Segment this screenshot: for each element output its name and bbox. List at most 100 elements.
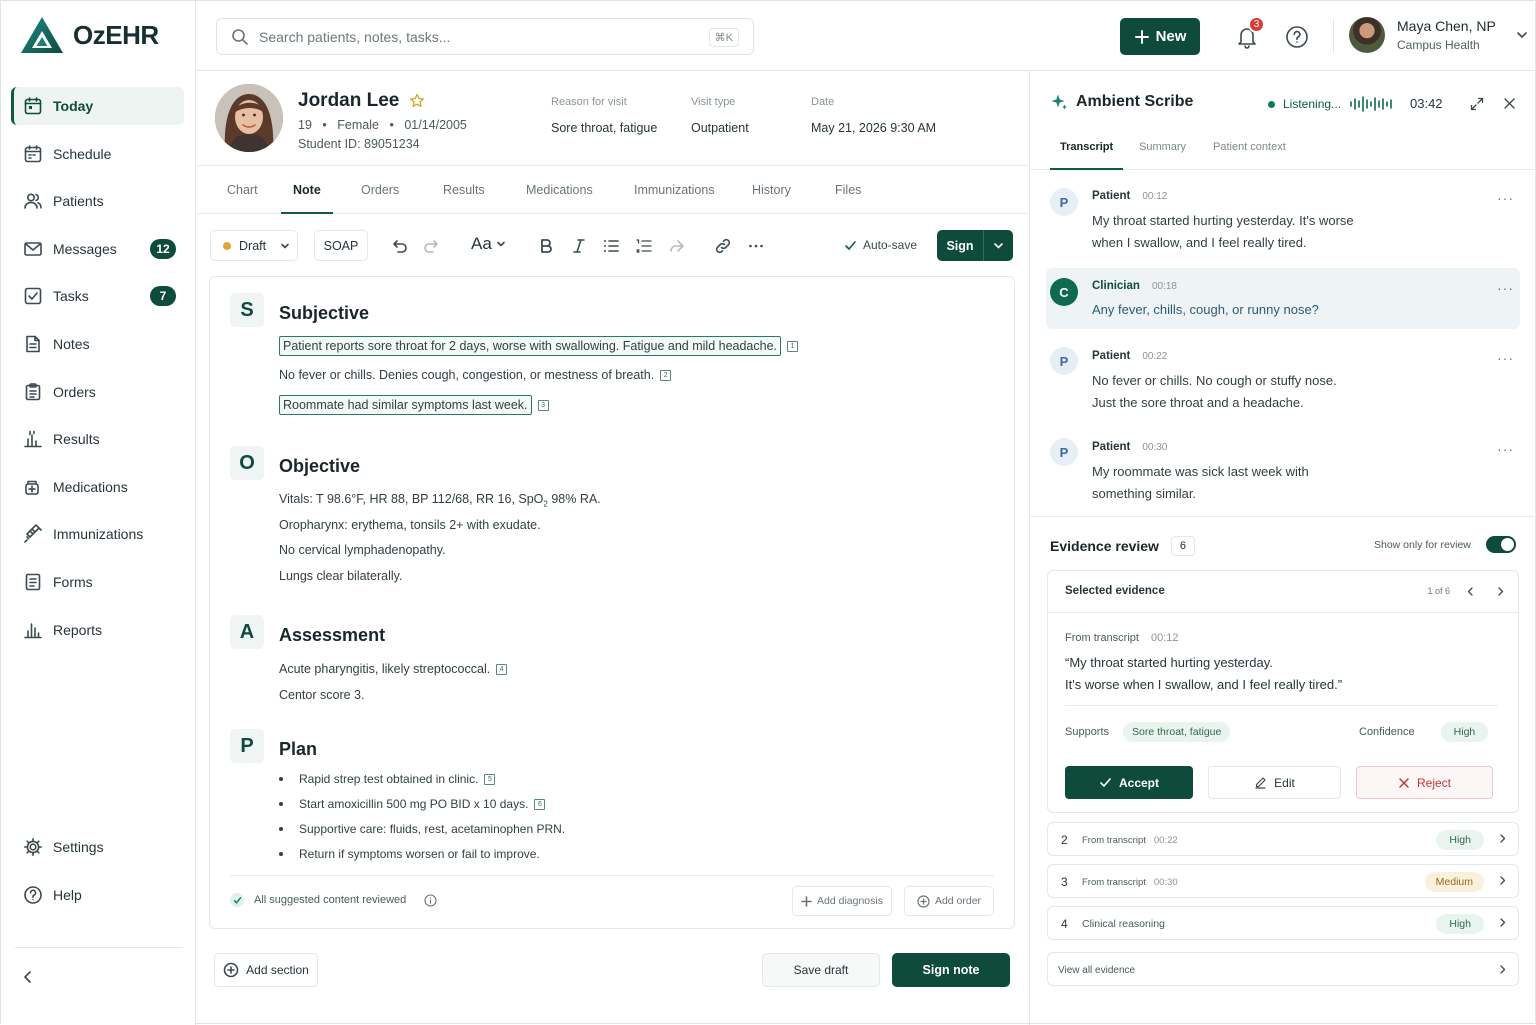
sidebar-collapse-button[interactable] <box>15 947 183 984</box>
citation-marker[interactable]: 5 <box>484 773 496 785</box>
transcript-message[interactable]: P Patient 00:22 No fever or chills. No co… <box>1046 336 1520 416</box>
plan-bullet[interactable]: Return if symptoms worsen or fail to imp… <box>279 847 540 861</box>
note-line[interactable]: Centor score 3. <box>279 688 364 702</box>
transcript-message[interactable]: P Patient 00:12 My throat started hurting… <box>1046 176 1520 256</box>
sidebar-item-patients[interactable]: Patients <box>11 182 184 220</box>
evidence-list-item[interactable]: 2 From transcript 00:22 High <box>1047 822 1519 856</box>
add-section-button[interactable]: Add section <box>214 953 318 987</box>
close-icon[interactable] <box>1503 97 1516 110</box>
more-options-icon[interactable]: ··· <box>1497 350 1514 366</box>
chevron-left-icon[interactable] <box>1465 586 1476 597</box>
sidebar-item-schedule[interactable]: Schedule <box>11 135 184 173</box>
new-button[interactable]: New <box>1120 18 1200 55</box>
sidebar-item-tasks[interactable]: Tasks 7 <box>11 277 184 315</box>
tab-summary[interactable]: Summary <box>1139 141 1186 170</box>
link-icon[interactable] <box>714 237 732 255</box>
note-line[interactable]: Oropharynx: erythema, tonsils 2+ with ex… <box>279 518 541 532</box>
plus-circle-icon <box>917 894 930 908</box>
reject-evidence-button[interactable]: Reject <box>1356 766 1493 799</box>
tab-history[interactable]: History <box>752 166 791 214</box>
help-button[interactable] <box>1285 25 1309 49</box>
plan-bullet[interactable]: Supportive care: fluids, rest, acetamino… <box>279 822 565 836</box>
template-selector[interactable]: SOAP <box>314 230 368 261</box>
sidebar-item-results[interactable]: Results <box>11 420 184 458</box>
citation-marker[interactable]: 1 <box>787 340 799 352</box>
plan-bullet[interactable]: Rapid strep test obtained in clinic. 5 <box>279 772 496 786</box>
chevron-down-icon[interactable] <box>993 240 1004 251</box>
expand-icon[interactable] <box>1470 97 1484 111</box>
sidebar-item-notes[interactable]: Notes <box>11 325 184 363</box>
transcript-message[interactable]: P Patient 00:30 My roommate was sick last… <box>1046 427 1520 507</box>
numbered-list-icon[interactable] <box>635 237 653 255</box>
save-draft-button[interactable]: Save draft <box>762 953 880 987</box>
review-filter-toggle[interactable] <box>1486 536 1516 553</box>
note-line[interactable]: No fever or chills. Denies cough, conges… <box>279 368 672 382</box>
tab-chart[interactable]: Chart <box>227 166 258 214</box>
transcript-message-selected[interactable]: C Clinician 00:18 Any fever, chills, coug… <box>1046 268 1520 329</box>
sidebar-item-help[interactable]: Help <box>11 876 184 914</box>
note-line[interactable]: No cervical lymphadenopathy. <box>279 543 446 557</box>
note-line-vitals[interactable]: Vitals: T 98.6°F, HR 88, BP 112/68, RR 1… <box>279 492 601 509</box>
plan-bullet[interactable]: Start amoxicillin 500 mg PO BID x 10 day… <box>279 797 546 811</box>
more-options-icon[interactable]: ··· <box>1497 280 1514 296</box>
citation-marker[interactable]: 4 <box>496 663 508 675</box>
undo-icon[interactable] <box>390 237 408 255</box>
chevron-right-icon[interactable] <box>1495 586 1506 597</box>
bullet-list-icon[interactable] <box>602 237 620 255</box>
note-line[interactable]: Lungs clear bilaterally. <box>279 569 402 583</box>
star-icon[interactable] <box>409 93 425 109</box>
tab-immunizations[interactable]: Immunizations <box>634 166 715 214</box>
add-diagnosis-button[interactable]: Add diagnosis <box>792 886 892 916</box>
tab-note[interactable]: Note <box>281 166 333 214</box>
evidence-list-item[interactable]: 3 From transcript 00:30 Medium <box>1047 864 1519 898</box>
message-line: Any fever, chills, cough, or runny nose? <box>1092 302 1319 317</box>
sign-note-button[interactable]: Sign note <box>892 953 1010 987</box>
citation-marker[interactable]: 6 <box>534 798 546 810</box>
sidebar-item-forms[interactable]: Forms <box>11 563 184 601</box>
global-search[interactable]: ⌘K <box>216 18 754 55</box>
tab-files[interactable]: Files <box>835 166 861 214</box>
highlighted-suggestion[interactable]: Patient reports sore throat for 2 days, … <box>279 336 782 356</box>
accept-evidence-button[interactable]: Accept <box>1065 766 1193 799</box>
tab-patient-context[interactable]: Patient context <box>1213 141 1286 170</box>
more-options-icon[interactable]: ··· <box>1497 441 1514 457</box>
sign-button-label[interactable]: Sign <box>937 230 984 261</box>
sign-split-button[interactable]: Sign <box>937 230 1013 261</box>
sidebar-item-orders[interactable]: Orders <box>11 373 184 411</box>
soap-note-editor[interactable]: S Subjective Patient reports sore throat… <box>209 276 1015 929</box>
app-logo[interactable]: OzEHR <box>19 15 159 55</box>
visit-reason-value: Sore throat, fatigue <box>551 121 658 135</box>
info-icon[interactable] <box>424 893 437 907</box>
tab-transcript[interactable]: Transcript <box>1050 141 1124 170</box>
font-size-dropdown[interactable]: Aa <box>471 234 506 254</box>
sidebar-item-medications[interactable]: Medications <box>11 468 184 506</box>
speaker-line: Patient 00:30 <box>1092 441 1167 453</box>
sidebar-item-today[interactable]: Today <box>11 87 184 125</box>
note-status-dropdown[interactable]: Draft <box>210 230 298 261</box>
note-line[interactable]: Roommate had similar symptoms last week.… <box>279 395 549 415</box>
sidebar-item-reports[interactable]: Reports <box>11 611 184 649</box>
search-input[interactable] <box>259 28 679 45</box>
view-all-evidence-link[interactable]: View all evidence <box>1047 952 1519 986</box>
more-options-icon[interactable]: ··· <box>1497 190 1514 206</box>
edit-evidence-button[interactable]: Edit <box>1208 766 1341 799</box>
tab-results[interactable]: Results <box>443 166 485 214</box>
sidebar-item-immunizations[interactable]: Immunizations <box>11 515 184 553</box>
highlighted-suggestion[interactable]: Roommate had similar symptoms last week. <box>279 395 532 415</box>
italic-icon[interactable] <box>571 237 587 255</box>
note-line[interactable]: Acute pharyngitis, likely streptococcal.… <box>279 662 508 676</box>
tab-medications[interactable]: Medications <box>526 166 593 214</box>
note-line[interactable]: Patient reports sore throat for 2 days, … <box>279 336 799 356</box>
sidebar-item-settings[interactable]: Settings <box>11 828 184 866</box>
tab-orders[interactable]: Orders <box>361 166 399 214</box>
user-menu[interactable]: Maya Chen, NP Campus Health <box>1349 17 1528 53</box>
evidence-list-item[interactable]: 4 Clinical reasoning High <box>1047 906 1519 940</box>
citation-marker[interactable]: 2 <box>660 369 672 381</box>
more-horizontal-icon[interactable] <box>747 237 765 255</box>
redo-icon[interactable] <box>423 237 441 255</box>
sidebar-item-messages[interactable]: Messages 12 <box>11 230 184 268</box>
citation-marker[interactable]: 3 <box>537 399 549 411</box>
bold-icon[interactable] <box>538 237 554 255</box>
add-order-button[interactable]: Add order <box>904 886 994 916</box>
share-forward-icon[interactable] <box>668 237 686 255</box>
